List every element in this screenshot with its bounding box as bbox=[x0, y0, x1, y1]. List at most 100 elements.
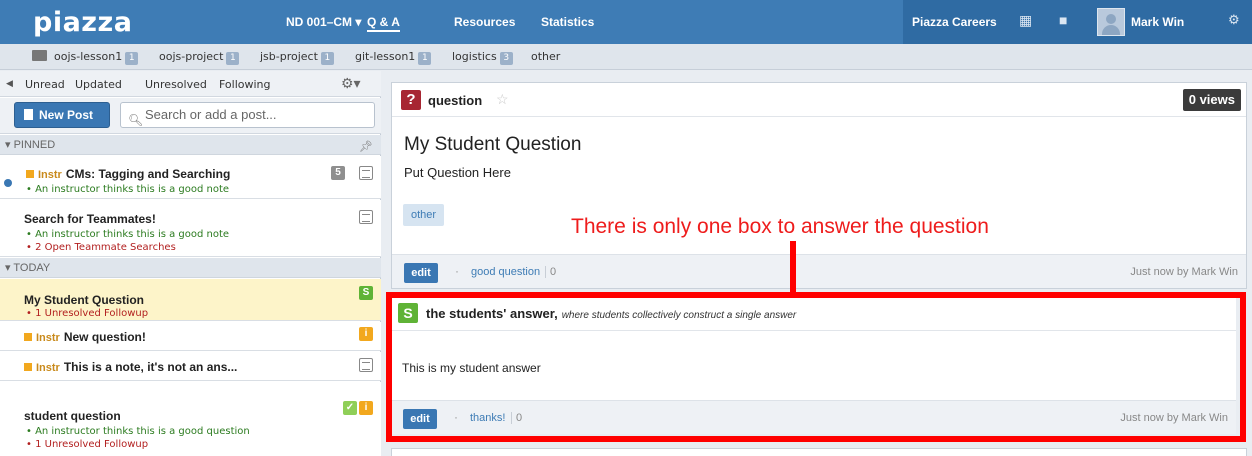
folder-label: oojs-project bbox=[159, 50, 224, 63]
new-post-button[interactable]: New Post bbox=[14, 102, 110, 128]
gear-icon[interactable]: ⚙▾ bbox=[341, 75, 361, 92]
folder-label: jsb-project bbox=[260, 50, 318, 63]
list-item[interactable]: Instr CMs: Tagging and Searching • An ins… bbox=[0, 156, 381, 199]
next-card-edge bbox=[391, 448, 1247, 456]
user-name[interactable]: Mark Win bbox=[1131, 15, 1184, 29]
post-title-text: CMs: Tagging and Searching bbox=[65, 167, 231, 181]
section-label: ▾ PINNED bbox=[5, 139, 56, 151]
post-title: Instr CMs: Tagging and Searching bbox=[26, 167, 230, 181]
list-item[interactable]: Instr New question! i bbox=[0, 322, 381, 351]
count-badge: 5 bbox=[331, 166, 345, 180]
folder-logistics[interactable]: logistics 3 bbox=[452, 50, 513, 65]
search-icon: 🔍︎ bbox=[128, 113, 144, 127]
section-label: ▾ TODAY bbox=[5, 262, 51, 274]
separator-dot: · bbox=[455, 264, 459, 278]
collapse-left-icon[interactable]: ◀ bbox=[6, 78, 13, 89]
instructor-tag: Instr bbox=[24, 362, 60, 374]
folder-jsb-project[interactable]: jsb-project 1 bbox=[260, 50, 334, 65]
list-item[interactable]: Instr This is a note, it's not an ans... bbox=[0, 352, 381, 381]
folder-git-lesson1[interactable]: git-lesson1 1 bbox=[355, 50, 432, 65]
avatar[interactable] bbox=[1097, 8, 1125, 36]
post-title: Instr New question! bbox=[24, 330, 146, 344]
question-type-label: question bbox=[428, 93, 483, 108]
student-answer-badge: S bbox=[359, 286, 373, 300]
list-item[interactable]: Search for Teammates! • An instructor th… bbox=[0, 200, 381, 257]
post-title: Search for Teammates! bbox=[24, 212, 156, 226]
section-pinned[interactable]: ▾ PINNED 📌︎ bbox=[0, 135, 381, 155]
folder-count: 1 bbox=[320, 52, 334, 65]
search-row: New Post 🔍︎ Search or add a post... bbox=[0, 98, 381, 134]
post-title-text: This is a note, it's not an ans... bbox=[63, 360, 238, 374]
info-badge: i bbox=[359, 401, 373, 415]
folder-count: 1 bbox=[125, 52, 139, 65]
folder-label: other bbox=[531, 50, 561, 63]
info-badge: i bbox=[359, 327, 373, 341]
post-note: • 1 Unresolved Followup bbox=[26, 308, 149, 319]
folder-count: 1 bbox=[226, 52, 240, 65]
post-title-text: New question! bbox=[63, 330, 146, 344]
annotation-text: There is only one box to answer the ques… bbox=[571, 215, 989, 238]
chevron-down-icon: ▾ bbox=[355, 15, 362, 29]
piazza-logo[interactable]: piazza bbox=[33, 7, 132, 38]
post-note: • An instructor thinks this is a good no… bbox=[26, 229, 230, 240]
post-note: • An instructor thinks this is a good qu… bbox=[26, 426, 250, 437]
folder-label: oojs-lesson1 bbox=[54, 50, 123, 63]
annotation-highlight-box bbox=[386, 292, 1246, 442]
folder-other[interactable]: other bbox=[531, 50, 560, 63]
filter-updated[interactable]: Updated bbox=[75, 78, 122, 91]
filter-bar: ◀ Unread Updated Unresolved Following ⚙▾ bbox=[0, 71, 381, 97]
folder-icon[interactable] bbox=[32, 50, 47, 61]
good-question-count: 0 bbox=[545, 266, 556, 278]
good-question-link[interactable]: good question bbox=[471, 266, 540, 278]
filter-following[interactable]: Following bbox=[219, 78, 271, 91]
search-input[interactable]: 🔍︎ Search or add a post... bbox=[120, 102, 375, 128]
question-body: Put Question Here bbox=[404, 165, 511, 180]
folder-oojs-project[interactable]: oojs-project 1 bbox=[159, 50, 240, 65]
timestamp: Just now by Mark Win bbox=[1130, 266, 1238, 278]
question-title: My Student Question bbox=[404, 134, 582, 155]
post-note: • 1 Unresolved Followup bbox=[26, 439, 149, 450]
star-icon[interactable]: ☆ bbox=[496, 91, 509, 108]
folder-oojs-lesson1[interactable]: oojs-lesson1 1 bbox=[54, 50, 139, 65]
folder-tag[interactable]: other bbox=[403, 204, 445, 226]
post-title: student question bbox=[24, 409, 121, 423]
new-post-label: New Post bbox=[39, 108, 94, 122]
filter-unread[interactable]: Unread bbox=[25, 78, 65, 91]
folder-count: 3 bbox=[499, 52, 513, 65]
nav-qa[interactable]: Q & A bbox=[367, 15, 400, 32]
question-header: ? question ☆ 0 views bbox=[392, 83, 1246, 117]
nav-resources[interactable]: Resources bbox=[454, 15, 515, 29]
folder-label: git-lesson1 bbox=[355, 50, 416, 63]
search-placeholder: Search or add a post... bbox=[145, 107, 277, 122]
question-footer: edit · good question 0 Just now by Mark … bbox=[392, 254, 1246, 288]
course-selector[interactable]: ND 001–CM ▾ bbox=[286, 15, 361, 29]
note-icon bbox=[359, 166, 373, 180]
folder-label: logistics bbox=[452, 50, 497, 63]
folder-count: 1 bbox=[418, 52, 432, 65]
list-item-selected[interactable]: My Student Question • 1 Unresolved Follo… bbox=[0, 279, 381, 321]
pin-icon: 📌︎ bbox=[359, 141, 373, 153]
post-note: • An instructor thinks this is a good no… bbox=[26, 184, 230, 195]
question-card: ? question ☆ 0 views My Student Question… bbox=[391, 82, 1247, 289]
note-icon bbox=[359, 210, 373, 224]
course-label: ND 001–CM bbox=[286, 15, 353, 29]
chat-icon[interactable]: ■ bbox=[1059, 12, 1067, 28]
section-today[interactable]: ▾ TODAY bbox=[0, 258, 381, 278]
edit-button[interactable]: edit bbox=[404, 263, 438, 283]
list-item[interactable]: student question • An instructor thinks … bbox=[0, 382, 381, 456]
post-title: Instr This is a note, it's not an ans... bbox=[24, 360, 237, 374]
unread-dot-icon bbox=[4, 179, 12, 187]
piazza-careers-link[interactable]: Piazza Careers bbox=[912, 15, 997, 29]
annotation-pointer bbox=[790, 241, 796, 295]
document-icon bbox=[24, 109, 33, 120]
top-navbar: piazza ND 001–CM ▾ Q & A Resources Stati… bbox=[0, 0, 1252, 44]
post-note: • 2 Open Teammate Searches bbox=[26, 242, 176, 253]
filter-unresolved[interactable]: Unresolved bbox=[145, 78, 207, 91]
nav-statistics[interactable]: Statistics bbox=[541, 15, 594, 29]
folder-bar: oojs-lesson1 1 oojs-project 1 jsb-project 1… bbox=[0, 44, 1252, 70]
post-list-pane: ◀ Unread Updated Unresolved Following ⚙▾… bbox=[0, 71, 381, 456]
gear-icon[interactable]: ⚙ bbox=[1228, 12, 1240, 28]
question-mark-icon: ? bbox=[401, 90, 421, 110]
calendar-icon[interactable]: ▦ bbox=[1019, 12, 1032, 29]
note-icon bbox=[359, 358, 373, 372]
